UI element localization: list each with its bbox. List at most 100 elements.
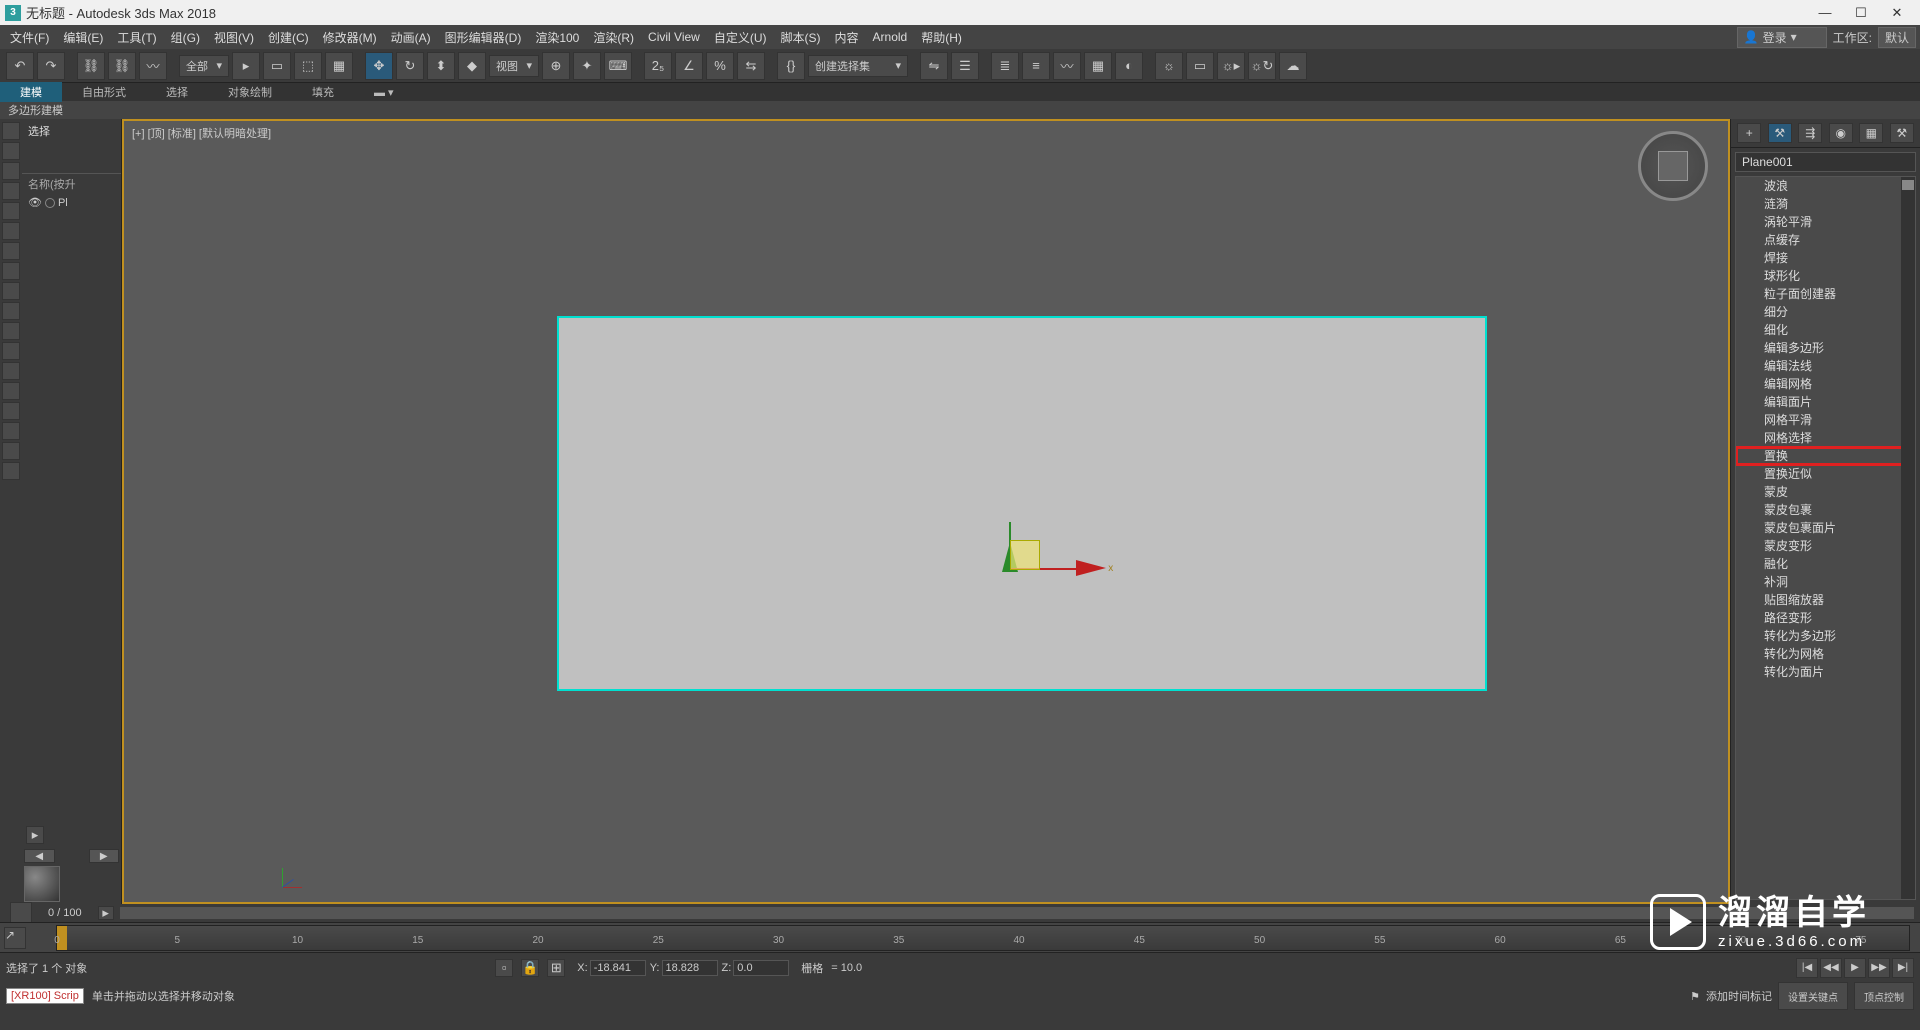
se-filter-spacewarps-icon[interactable] bbox=[2, 222, 20, 240]
render-setup-button[interactable]: ☼ bbox=[1155, 52, 1183, 80]
modifier-item[interactable]: 蒙皮变形 bbox=[1736, 537, 1915, 555]
modifier-item[interactable]: 蒙皮 bbox=[1736, 483, 1915, 501]
gizmo-xy-plane[interactable] bbox=[1010, 540, 1040, 570]
link-button[interactable]: ⛓ bbox=[77, 52, 105, 80]
modifier-item[interactable]: 细分 bbox=[1736, 303, 1915, 321]
maxscript-listener[interactable]: [XR100] Scrip bbox=[6, 988, 84, 1004]
modifier-item[interactable]: 编辑多边形 bbox=[1736, 339, 1915, 357]
edit-named-sel-button[interactable]: {} bbox=[777, 52, 805, 80]
se-filter-hidden-icon[interactable] bbox=[2, 322, 20, 340]
scene-row-plane[interactable]: 👁 Pl bbox=[22, 194, 121, 211]
play-button[interactable]: ▶ bbox=[1844, 958, 1866, 978]
layer-explorer-button[interactable]: ≣ bbox=[991, 52, 1019, 80]
modifier-item[interactable]: 网格平滑 bbox=[1736, 411, 1915, 429]
snap-2d-button[interactable]: 2₅ bbox=[644, 52, 672, 80]
modifier-item[interactable]: 编辑面片 bbox=[1736, 393, 1915, 411]
select-region-button[interactable]: ⬚ bbox=[294, 52, 322, 80]
modifier-item[interactable]: 蒙皮包裹面片 bbox=[1736, 519, 1915, 537]
spinner-snap-button[interactable]: ⇆ bbox=[737, 52, 765, 80]
select-object-button[interactable]: ▸ bbox=[232, 52, 260, 80]
viewcube[interactable] bbox=[1638, 131, 1708, 201]
workspace-dropdown[interactable]: 默认 bbox=[1878, 27, 1916, 48]
slider-next-button[interactable]: ▸ bbox=[98, 906, 114, 920]
time-config-button[interactable] bbox=[10, 902, 32, 924]
ribbon-tab-populate[interactable]: 填充 bbox=[292, 82, 354, 102]
add-time-tag-label[interactable]: 添加时间标记 bbox=[1706, 988, 1772, 1004]
percent-snap-button[interactable]: % bbox=[706, 52, 734, 80]
ribbon-tab-selection[interactable]: 选择 bbox=[146, 82, 208, 102]
close-button[interactable]: ✕ bbox=[1879, 3, 1915, 23]
placement-button[interactable]: ◆ bbox=[458, 52, 486, 80]
menu-scripting[interactable]: 脚本(S) bbox=[775, 26, 827, 49]
se-display-all-icon[interactable] bbox=[2, 362, 20, 380]
tab-create[interactable]: + bbox=[1737, 123, 1761, 143]
angle-snap-button[interactable]: ∠ bbox=[675, 52, 703, 80]
key-filters-button[interactable]: 顶点控制 bbox=[1854, 982, 1914, 1010]
render-iterative-button[interactable]: ☼↻ bbox=[1248, 52, 1276, 80]
viewcube-face[interactable] bbox=[1658, 151, 1688, 181]
window-crossing-button[interactable]: ▦ bbox=[325, 52, 353, 80]
schematic-view-button[interactable]: ▦ bbox=[1084, 52, 1112, 80]
eye-icon[interactable]: 👁 bbox=[28, 196, 42, 209]
scene-scroll-right-button[interactable]: ▶ bbox=[89, 849, 120, 863]
goto-start-button[interactable]: |◀ bbox=[1796, 958, 1818, 978]
tab-utilities[interactable]: ⚒ bbox=[1890, 123, 1914, 143]
modifier-item[interactable]: 编辑网格 bbox=[1736, 375, 1915, 393]
selection-lock-button[interactable]: 🔒 bbox=[521, 959, 539, 977]
menu-modifiers[interactable]: 修改器(M) bbox=[317, 26, 383, 49]
modifier-item[interactable]: 点缓存 bbox=[1736, 231, 1915, 249]
redo-button[interactable]: ↷ bbox=[37, 52, 65, 80]
rotate-button[interactable]: ↻ bbox=[396, 52, 424, 80]
menu-create[interactable]: 创建(C) bbox=[262, 26, 315, 49]
se-filter-ref-icon[interactable] bbox=[2, 302, 20, 320]
select-by-name-button[interactable]: ▭ bbox=[263, 52, 291, 80]
modifier-item[interactable]: 置换近似 bbox=[1736, 465, 1915, 483]
move-button[interactable]: ✥ bbox=[365, 52, 393, 80]
modifier-item[interactable]: 网格选择 bbox=[1736, 429, 1915, 447]
rendered-frame-button[interactable]: ▭ bbox=[1186, 52, 1214, 80]
menu-arnold[interactable]: Arnold bbox=[867, 27, 914, 47]
modifier-item[interactable]: 贴图缩放器 bbox=[1736, 591, 1915, 609]
ribbon-collapse-button[interactable]: ▬ ▾ bbox=[354, 84, 414, 101]
coordinate-display-button[interactable]: ⊞ bbox=[547, 959, 565, 977]
menu-rendering[interactable]: 渲染(R) bbox=[587, 26, 640, 49]
se-filter-bone-icon[interactable] bbox=[2, 282, 20, 300]
se-filter-helpers-icon[interactable] bbox=[2, 202, 20, 220]
menu-customize[interactable]: 自定义(U) bbox=[708, 26, 773, 49]
object-name-field[interactable]: Plane001 bbox=[1735, 152, 1916, 172]
se-sort-icon[interactable] bbox=[2, 422, 20, 440]
modifier-item[interactable]: 涟漪 bbox=[1736, 195, 1915, 213]
menu-edit[interactable]: 编辑(E) bbox=[57, 26, 109, 49]
menu-tools[interactable]: 工具(T) bbox=[111, 26, 162, 49]
tab-display[interactable]: ▦ bbox=[1859, 123, 1883, 143]
menu-render100[interactable]: 渲染100 bbox=[529, 26, 585, 49]
menu-views[interactable]: 视图(V) bbox=[208, 26, 260, 49]
move-gizmo[interactable]: x bbox=[1006, 472, 1126, 592]
modifier-item[interactable]: 蒙皮包裹 bbox=[1736, 501, 1915, 519]
se-display-none-icon[interactable] bbox=[2, 382, 20, 400]
menu-animation[interactable]: 动画(A) bbox=[385, 26, 437, 49]
render-production-button[interactable]: ☼▸ bbox=[1217, 52, 1245, 80]
freeze-icon[interactable] bbox=[45, 198, 55, 208]
ribbon-tab-object-paint[interactable]: 对象绘制 bbox=[208, 82, 292, 102]
se-display-invert-icon[interactable] bbox=[2, 402, 20, 420]
se-search-icon[interactable] bbox=[2, 442, 20, 460]
use-pivot-button[interactable]: ⊕ bbox=[542, 52, 570, 80]
se-filter-geometry-icon[interactable] bbox=[2, 122, 20, 140]
timeline-track[interactable]: 051015202530354045505560657075 bbox=[56, 925, 1910, 951]
set-key-button[interactable]: 设置关键点 bbox=[1778, 982, 1848, 1010]
selection-filter-dropdown[interactable]: 全部▾ bbox=[179, 55, 229, 77]
scale-button[interactable]: ⬍ bbox=[427, 52, 455, 80]
modifier-item[interactable]: 转化为多边形 bbox=[1736, 627, 1915, 645]
modifier-item[interactable]: 编辑法线 bbox=[1736, 357, 1915, 375]
select-manip-button[interactable]: ✦ bbox=[573, 52, 601, 80]
modifier-item[interactable]: 涡轮平滑 bbox=[1736, 213, 1915, 231]
render-online-button[interactable]: ☁ bbox=[1279, 52, 1307, 80]
coord-y-input[interactable] bbox=[662, 960, 718, 976]
next-frame-button[interactable]: ▶▶ bbox=[1868, 958, 1890, 978]
modifier-item[interactable]: 球形化 bbox=[1736, 267, 1915, 285]
menu-content[interactable]: 内容 bbox=[829, 26, 865, 49]
viewport-label[interactable]: [+] [顶] [标准] [默认明暗处理] bbox=[132, 125, 271, 141]
curve-editor-button[interactable]: 〰 bbox=[1053, 52, 1081, 80]
time-slider-track[interactable] bbox=[120, 907, 1914, 919]
